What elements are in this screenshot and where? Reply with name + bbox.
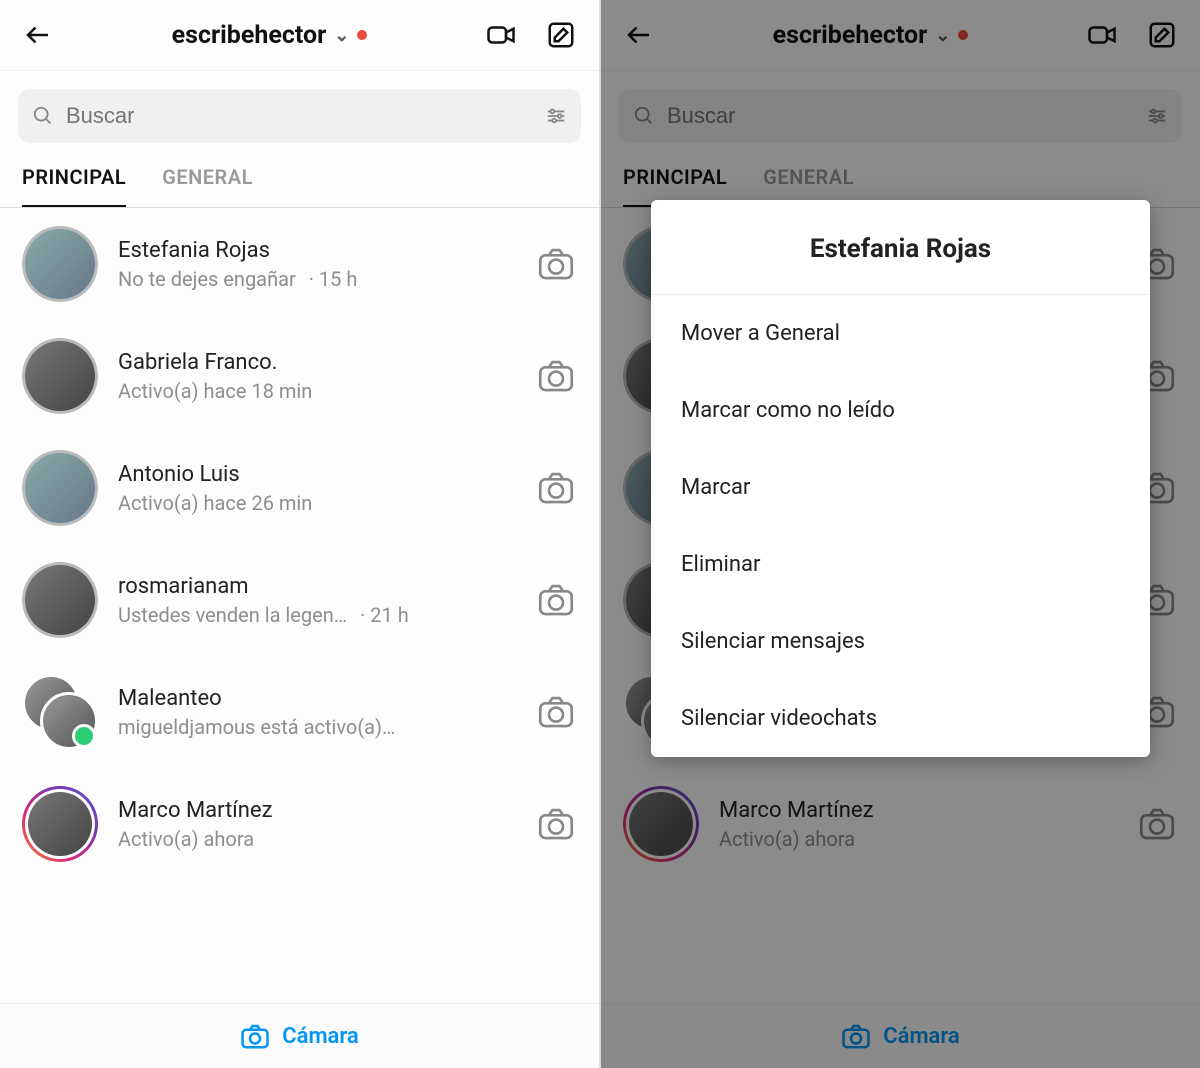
camera-icon[interactable] — [535, 803, 577, 845]
chat-time: · 15 h — [304, 267, 358, 291]
camera-icon[interactable] — [535, 467, 577, 509]
chat-name: Antonio Luis — [118, 462, 515, 487]
avatar[interactable] — [22, 674, 98, 750]
notification-dot — [357, 30, 367, 40]
chat-row[interactable]: Antonio Luis Activo(a) hace 26 min — [0, 432, 599, 544]
avatar[interactable] — [22, 786, 98, 862]
video-call-button[interactable] — [481, 15, 521, 55]
avatar[interactable] — [22, 450, 98, 526]
chat-subtitle: Activo(a) ahora — [118, 827, 515, 851]
context-menu-item[interactable]: Mover a General — [651, 295, 1150, 372]
search-icon — [32, 105, 54, 127]
filter-icon[interactable] — [545, 105, 567, 127]
avatar[interactable] — [22, 338, 98, 414]
compose-button[interactable] — [541, 15, 581, 55]
chat-row[interactable]: Gabriela Franco. Activo(a) hace 18 min — [0, 320, 599, 432]
chat-subtitle: Ustedes venden la legen… · 21 h — [118, 603, 515, 627]
context-menu-item[interactable]: Marcar — [651, 449, 1150, 526]
chat-subtitle: Activo(a) hace 26 min — [118, 491, 515, 515]
camera-icon[interactable] — [535, 355, 577, 397]
avatar[interactable] — [22, 226, 98, 302]
camera-icon[interactable] — [535, 243, 577, 285]
chat-list: Estefania Rojas No te dejes engañar · 15 … — [0, 208, 599, 880]
chat-text: Antonio Luis Activo(a) hace 26 min — [118, 462, 515, 515]
context-menu-item[interactable]: Eliminar — [651, 526, 1150, 603]
back-button[interactable] — [18, 15, 58, 55]
phone-left: escribehector ⌄ — [0, 0, 601, 1068]
chat-name: rosmarianam — [118, 574, 515, 599]
chat-text: Estefania Rojas No te dejes engañar · 15 … — [118, 238, 515, 291]
avatar[interactable] — [22, 562, 98, 638]
camera-bar[interactable]: Cámara — [0, 1003, 599, 1068]
chat-text: Gabriela Franco. Activo(a) hace 18 min — [118, 350, 515, 403]
context-menu-item[interactable]: Silenciar videochats — [651, 680, 1150, 757]
camera-icon[interactable] — [535, 579, 577, 621]
camera-icon[interactable] — [535, 691, 577, 733]
chat-row[interactable]: Maleanteo migueldjamous está activo(a)… — [0, 656, 599, 768]
tab-general[interactable]: GENERAL — [162, 165, 253, 207]
chat-row[interactable]: rosmarianam Ustedes venden la legen… · 21… — [0, 544, 599, 656]
chat-row[interactable]: Marco Martínez Activo(a) ahora — [0, 768, 599, 880]
chat-time: · 21 h — [355, 603, 409, 627]
username-selector[interactable]: escribehector ⌄ — [58, 21, 481, 50]
chat-text: Marco Martínez Activo(a) ahora — [118, 798, 515, 851]
tab-principal[interactable]: PRINCIPAL — [22, 165, 126, 207]
chat-row[interactable]: Estefania Rojas No te dejes engañar · 15 … — [0, 208, 599, 320]
chat-subtitle: Activo(a) hace 18 min — [118, 379, 515, 403]
chat-name: Marco Martínez — [118, 798, 515, 823]
username-label: escribehector — [172, 21, 327, 50]
chat-name: Gabriela Franco. — [118, 350, 515, 375]
phone-right: escribehector ⌄ — [601, 0, 1200, 1068]
chat-name: Estefania Rojas — [118, 238, 515, 263]
context-menu: Estefania Rojas Mover a GeneralMarcar co… — [651, 200, 1150, 757]
online-indicator — [72, 724, 96, 748]
camera-label: Cámara — [282, 1024, 359, 1049]
search-input[interactable] — [64, 102, 535, 130]
dm-header: escribehector ⌄ — [0, 0, 599, 71]
chat-subtitle: No te dejes engañar · 15 h — [118, 267, 515, 291]
search-bar[interactable] — [18, 89, 581, 143]
dm-tabs: PRINCIPAL GENERAL — [0, 143, 599, 208]
chat-text: rosmarianam Ustedes venden la legen… · 21… — [118, 574, 515, 627]
chevron-down-icon: ⌄ — [334, 25, 349, 46]
context-menu-item[interactable]: Silenciar mensajes — [651, 603, 1150, 680]
popup-title: Estefania Rojas — [651, 200, 1150, 295]
chat-subtitle: migueldjamous está activo(a)… — [118, 715, 515, 739]
camera-icon — [240, 1021, 270, 1051]
chat-name: Maleanteo — [118, 686, 515, 711]
context-menu-item[interactable]: Marcar como no leído — [651, 372, 1150, 449]
chat-text: Maleanteo migueldjamous está activo(a)… — [118, 686, 515, 739]
